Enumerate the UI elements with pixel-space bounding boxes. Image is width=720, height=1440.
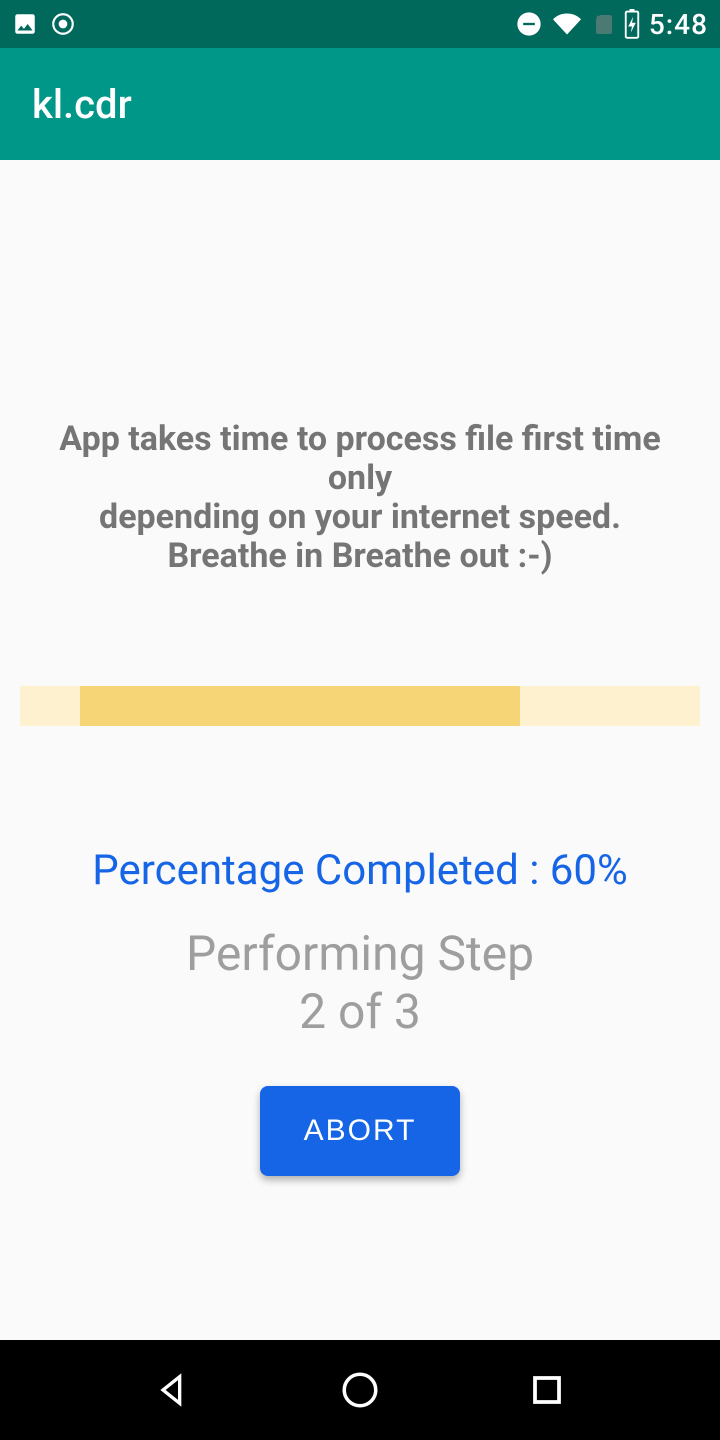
step-label: Performing Step 2 of 3 — [186, 925, 534, 1040]
main-content: App takes time to process file first tim… — [0, 160, 720, 1340]
recent-apps-button[interactable] — [522, 1365, 572, 1415]
progress-indicator — [80, 686, 520, 726]
step-line-1: Performing Step — [186, 925, 534, 983]
percentage-completed-label: Percentage Completed : 60% — [92, 846, 628, 895]
status-left-icons — [12, 11, 76, 37]
image-icon — [12, 11, 38, 37]
app-bar: kl.cdr — [0, 48, 720, 160]
circle-icon — [50, 11, 76, 37]
dnd-icon — [515, 10, 543, 38]
info-message: App takes time to process file first tim… — [20, 420, 700, 576]
battery-charging-icon — [623, 9, 641, 39]
progress-bar — [20, 686, 700, 726]
app-title: kl.cdr — [32, 81, 132, 128]
info-line-2: depending on your internet speed. — [30, 498, 690, 537]
sim-icon — [591, 10, 615, 38]
home-button[interactable] — [335, 1365, 385, 1415]
info-line-1: App takes time to process file first tim… — [30, 420, 690, 498]
back-button[interactable] — [148, 1365, 198, 1415]
info-line-3: Breathe in Breathe out :-) — [30, 537, 690, 576]
step-line-2: 2 of 3 — [186, 983, 534, 1041]
status-right-icons: 5:48 — [515, 8, 708, 41]
wifi-icon — [551, 10, 583, 38]
navigation-bar — [0, 1340, 720, 1440]
status-time: 5:48 — [649, 8, 708, 41]
status-bar: 5:48 — [0, 0, 720, 48]
abort-button[interactable]: ABORT — [260, 1086, 461, 1176]
